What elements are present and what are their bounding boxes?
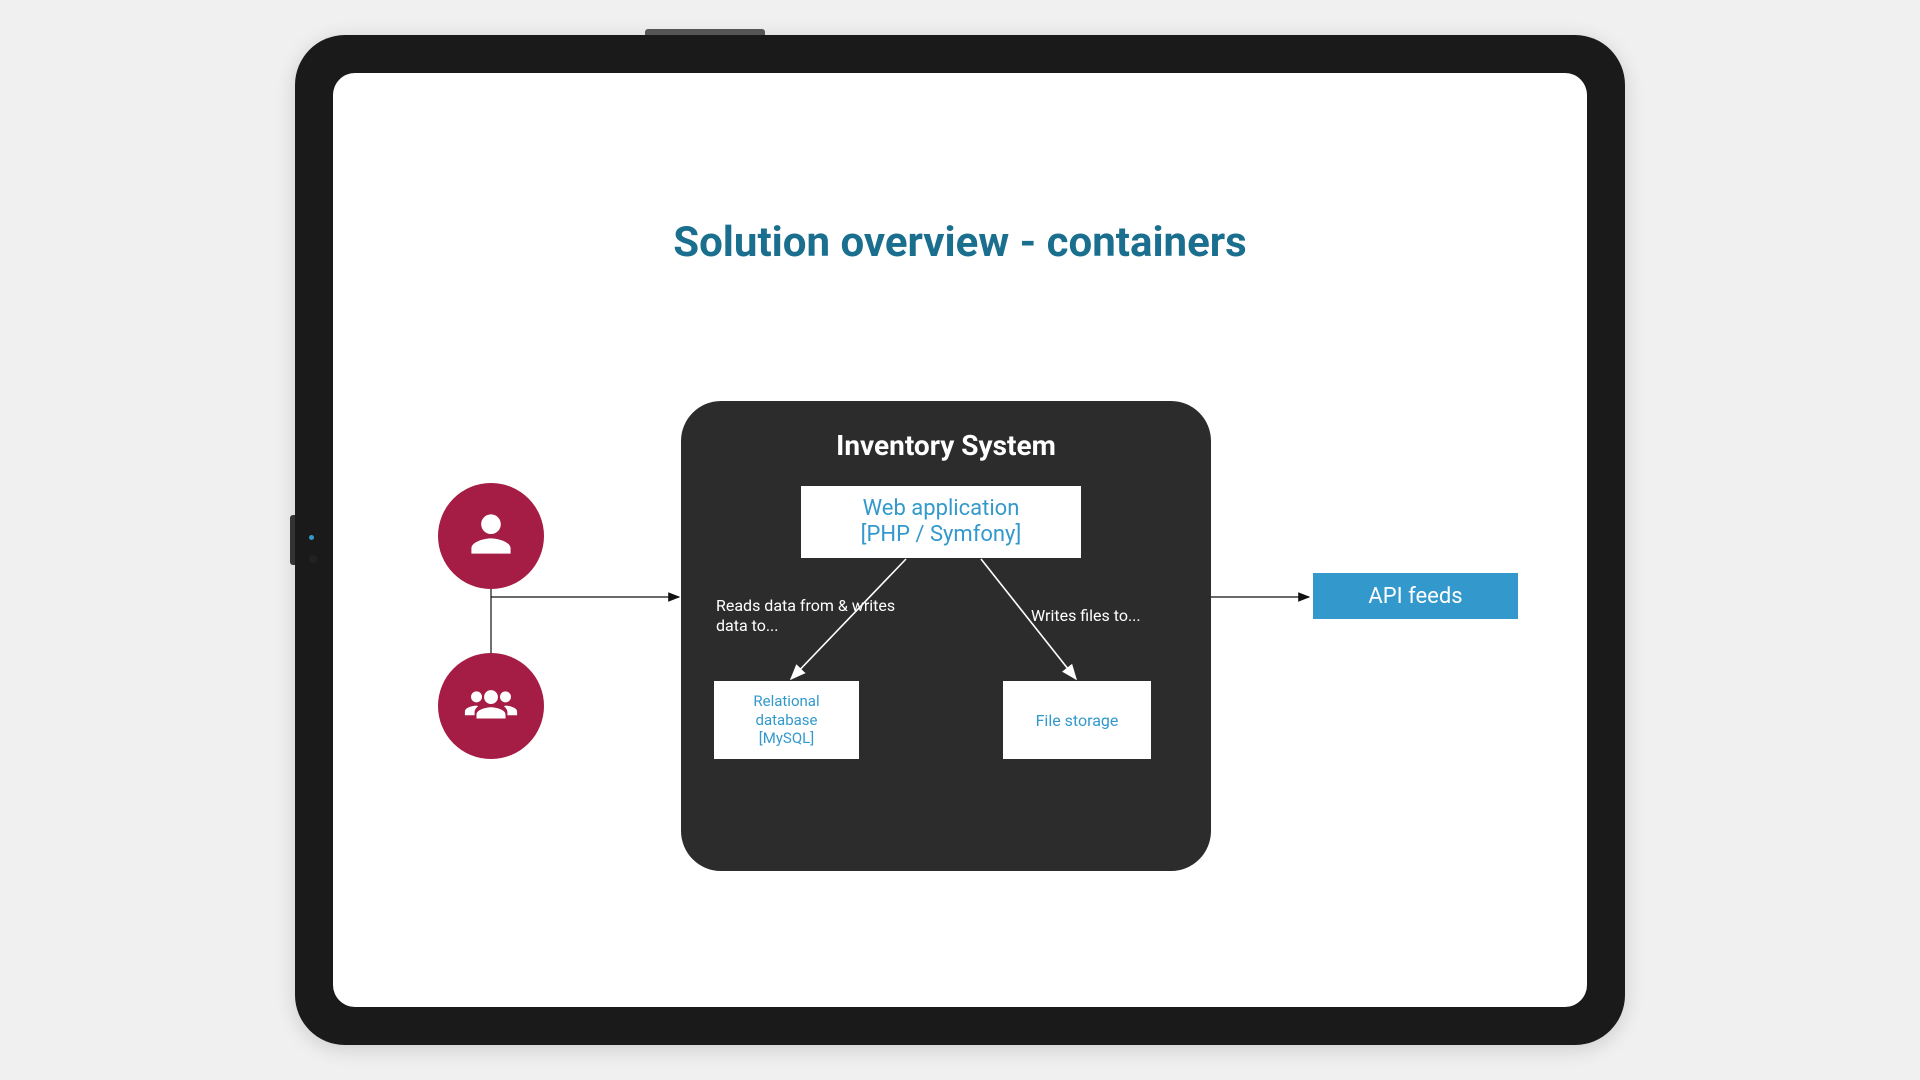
inventory-system-container: Inventory System Web application [PHP / …: [681, 401, 1211, 871]
db-line2: database: [756, 711, 818, 730]
db-line1: Relational: [753, 692, 819, 711]
edge-label-db: Reads data from & writes data to...: [716, 596, 896, 636]
arrow-users-to-system: [491, 595, 691, 605]
internal-arrows: [681, 401, 1211, 871]
api-feeds-node: API feeds: [1313, 573, 1518, 619]
tablet-side-button: [290, 515, 295, 565]
db-line3: [MySQL]: [759, 729, 814, 748]
slide-title: Solution overview - containers: [333, 218, 1587, 267]
tablet-frame: Solution overview - containers: [295, 35, 1625, 1045]
edge-label-fs: Writes files to...: [1031, 606, 1141, 626]
user-icon: [467, 510, 515, 562]
actor-single-user: [438, 483, 544, 589]
api-label: API feeds: [1368, 584, 1462, 609]
webapp-label-line2: [PHP / Symfony]: [861, 522, 1022, 548]
filestorage-node: File storage: [1003, 681, 1151, 759]
actor-user-group: [438, 653, 544, 759]
arrow-system-to-api: [1211, 595, 1321, 605]
tablet-screen: Solution overview - containers: [333, 73, 1587, 1007]
tablet-camera-dot: [309, 555, 317, 563]
database-node: Relational database [MySQL]: [714, 681, 859, 759]
system-title: Inventory System: [721, 429, 1171, 462]
webapp-node: Web application [PHP / Symfony]: [801, 486, 1081, 558]
users-icon: [462, 684, 520, 728]
diagram-area: Inventory System Web application [PHP / …: [333, 363, 1587, 863]
webapp-label-line1: Web application: [863, 496, 1020, 522]
fs-label: File storage: [1036, 711, 1119, 730]
tablet-indicator-dot: [309, 535, 314, 540]
